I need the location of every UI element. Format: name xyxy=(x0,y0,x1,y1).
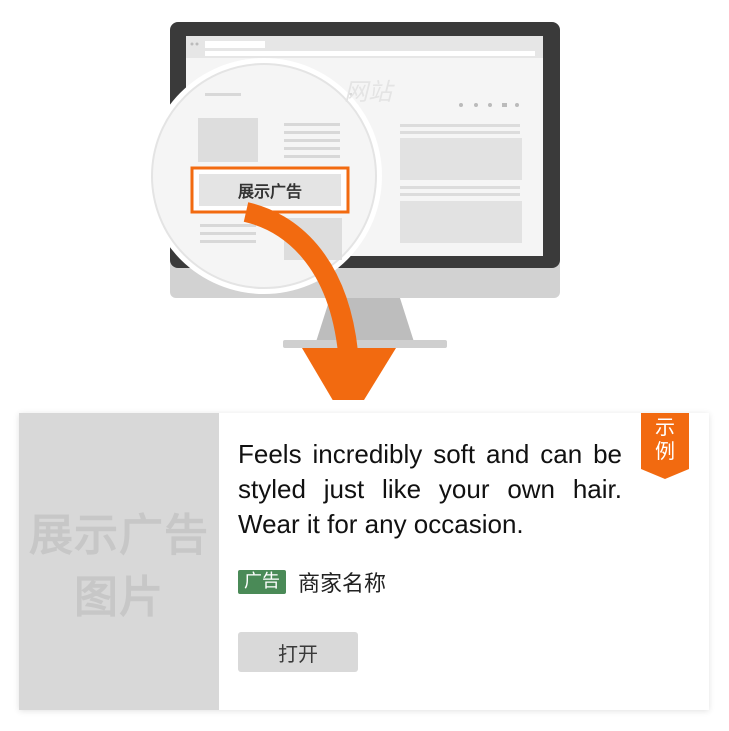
zoom-line xyxy=(284,123,340,126)
watermark-text: 网站 xyxy=(344,78,392,106)
zoom-line xyxy=(200,240,256,243)
site-icon xyxy=(459,103,463,107)
browser-address-bar xyxy=(205,51,535,56)
ad-meta: 广告 商家名称 xyxy=(238,569,387,597)
ad-badge: 广告 xyxy=(238,570,286,594)
monitor-base xyxy=(283,340,447,348)
content-line xyxy=(400,131,520,134)
zoom-line xyxy=(284,131,340,134)
content-block xyxy=(400,201,522,243)
example-tag-label: 示例 xyxy=(655,415,675,463)
ad-image-placeholder[interactable]: 展示广告 图片 xyxy=(19,413,219,710)
image-placeholder-line1: 展示广告 xyxy=(29,510,209,561)
zoom-block xyxy=(198,118,258,162)
ad-card[interactable]: 展示广告 图片 Feels incredibly soft and can be… xyxy=(19,413,709,710)
open-button[interactable]: 打开 xyxy=(238,632,358,672)
site-icon xyxy=(488,103,492,107)
zoom-nav-line xyxy=(205,93,241,96)
content-line xyxy=(400,186,520,189)
zoom-line xyxy=(284,155,340,158)
example-tag: 示例 xyxy=(641,413,689,479)
browser-dot-icon xyxy=(195,42,199,46)
arrow-head-icon xyxy=(302,348,396,400)
content-block xyxy=(400,138,522,180)
site-icon xyxy=(474,103,478,107)
zoom-line xyxy=(284,147,340,150)
ad-description: Feels incredibly soft and can be styled … xyxy=(238,439,622,539)
monitor-illustration: 网站 展示广告 xyxy=(0,0,729,400)
browser-tab xyxy=(205,41,265,48)
site-icon xyxy=(502,103,507,107)
site-icon xyxy=(515,103,519,107)
highlighted-ad-label: 展示广告 xyxy=(237,182,302,201)
image-placeholder-line2: 图片 xyxy=(74,572,164,623)
content-line xyxy=(400,193,520,196)
advertiser-name: 商家名称 xyxy=(298,572,387,597)
content-line xyxy=(400,124,520,127)
zoom-line xyxy=(200,224,256,227)
zoom-line xyxy=(200,232,256,235)
browser-dot-icon xyxy=(190,42,194,46)
zoom-line xyxy=(284,139,340,142)
monitor-graphic xyxy=(146,22,560,400)
